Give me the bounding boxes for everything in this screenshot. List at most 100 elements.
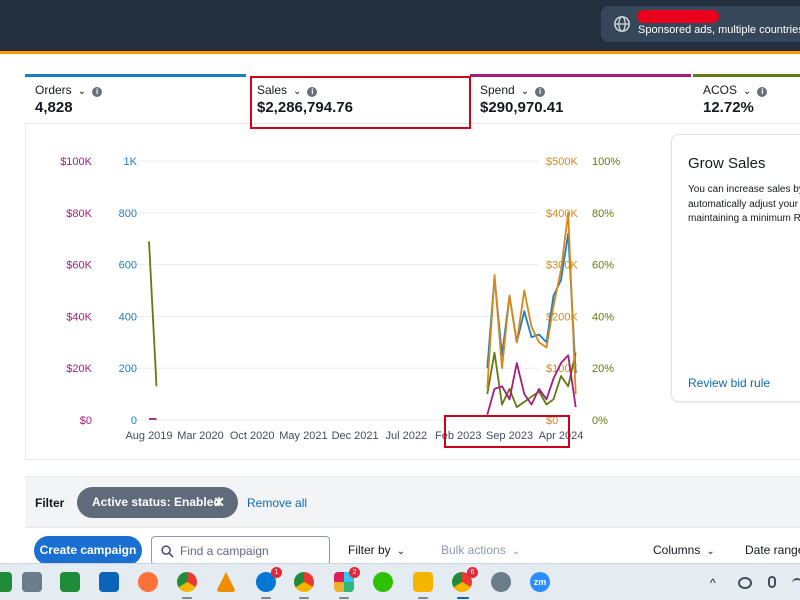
account-selector[interactable]: Sponsored ads, multiple countries — [601, 6, 800, 42]
running-indicator — [261, 597, 271, 599]
info-icon[interactable]: i — [757, 87, 768, 97]
grow-sales-line: automatically adjust your — [688, 198, 799, 210]
search-input[interactable] — [180, 542, 325, 560]
y-axis-tick-label: 20% — [592, 363, 614, 375]
chrome-active-icon[interactable]: 6 — [452, 567, 478, 592]
info-icon[interactable]: i — [92, 87, 103, 97]
x-axis-tick-label: Oct 2020 — [230, 430, 275, 442]
date-range-dropdown[interactable]: Date range — [745, 543, 800, 557]
grow-sales-line: You can increase sales by — [688, 184, 800, 195]
campaign-search[interactable] — [151, 536, 330, 565]
notification-badge: 2 — [349, 567, 360, 578]
create-campaign-button[interactable]: Create campaign — [34, 536, 142, 565]
metric-label: ACOS ⌄ i — [703, 83, 768, 97]
wechat-icon[interactable] — [373, 572, 393, 592]
x-axis-tick-label: Dec 2021 — [332, 430, 379, 442]
settings-gear-icon[interactable] — [491, 572, 511, 592]
filter-by-dropdown[interactable]: Filter by ⌄ — [348, 543, 405, 557]
metric-label: Spend ⌄ i — [480, 83, 546, 97]
x-axis-tick-label: Aug 2019 — [125, 430, 172, 442]
running-indicator — [182, 597, 192, 599]
y-axis-tick-label: 1K — [124, 156, 138, 168]
columns-dropdown[interactable]: Columns ⌄ — [653, 543, 715, 557]
info-icon[interactable]: i — [535, 87, 546, 97]
campaign-toolbar: Create campaign Filter by⌄ Bulk actions⌄… — [0, 534, 800, 565]
search-icon — [161, 545, 174, 558]
skype-icon[interactable]: 1 — [256, 567, 282, 592]
active-status-filter-chip[interactable]: Active status: Enabled ✕ — [77, 487, 238, 518]
chevron-down-icon[interactable]: ⌄ — [743, 86, 751, 97]
y-axis-tick-label: $0 — [80, 415, 92, 427]
chat-icon[interactable] — [60, 572, 80, 592]
tray-caret[interactable]: ^ — [710, 576, 716, 590]
globe-icon — [614, 16, 630, 32]
filter-chip-label: Active status: Enabled — [92, 495, 221, 509]
metric-acos[interactable]: ACOS ⌄ i 12.72% — [693, 74, 800, 124]
chevron-down-icon: ⌄ — [511, 546, 521, 557]
y-axis-tick-label: 60% — [592, 260, 614, 272]
network-icon[interactable] — [738, 577, 752, 589]
series-line-acos — [148, 241, 158, 387]
firefox-icon[interactable] — [138, 572, 158, 592]
chevron-down-icon[interactable]: ⌄ — [521, 86, 529, 97]
windows-taskbar: 1 2 6 zm ^ — [0, 563, 800, 600]
y-axis-tick-label: 400 — [119, 311, 137, 323]
grow-sales-body: You can increase sales by automatically … — [688, 183, 800, 227]
microphone-icon[interactable] — [768, 576, 776, 588]
y-axis-tick-label: 200 — [119, 363, 137, 375]
bulk-actions-dropdown[interactable]: Bulk actions ⌄ — [441, 543, 520, 557]
chart-svg: $100K $80K $60K $40K $20K $0 1K 800 600 400 200 0 $5… — [60, 156, 620, 442]
y-axis-tick-label: $400K — [546, 208, 578, 220]
metric-orders[interactable]: Orders ⌄ i 4,828 — [25, 74, 246, 124]
filter-bar: Filter Active status: Enabled ✕ Remove a… — [25, 476, 800, 528]
y-axis-tick-label: $60K — [66, 260, 92, 272]
metric-color-bar — [25, 74, 246, 77]
y-axis-tick-label: $80K — [66, 208, 92, 220]
metric-label: Orders ⌄ i — [35, 83, 103, 97]
y-axis-tick-label: 0% — [592, 415, 608, 427]
metric-color-bar — [470, 74, 691, 77]
review-bid-rule-link[interactable]: Review bid rule — [688, 376, 770, 390]
y-axis-tick-label: $40K — [66, 311, 92, 323]
top-navigation-bar: Sponsored ads, multiple countries — [0, 0, 800, 51]
active-indicator — [457, 597, 469, 599]
grow-sales-title: Grow Sales — [688, 155, 766, 172]
y-axis-tick-label: 800 — [119, 208, 137, 220]
y-axis-tick-label: $500K — [546, 156, 578, 168]
redacted-account-name — [637, 10, 719, 23]
file-explorer-icon[interactable] — [413, 572, 433, 592]
metric-spend[interactable]: Spend ⌄ i $290,970.41 — [470, 74, 691, 124]
wifi-icon[interactable] — [792, 578, 800, 588]
remove-all-link[interactable]: Remove all — [247, 496, 307, 510]
account-scope-label: Sponsored ads, multiple countries — [638, 24, 800, 36]
close-icon[interactable]: ✕ — [213, 487, 225, 518]
x-axis-tick-label: Jul 2022 — [386, 430, 428, 442]
chevron-down-icon: ⌄ — [706, 546, 715, 557]
metric-value: $290,970.41 — [480, 99, 564, 116]
y-axis-tick-label: 80% — [592, 208, 614, 220]
app-icon-partial[interactable] — [0, 572, 12, 592]
slack-icon[interactable]: 2 — [334, 567, 360, 592]
chrome-profile-icon[interactable] — [294, 572, 314, 592]
metric-value: 12.72% — [703, 99, 754, 116]
y-axis-tick-label: $100K — [60, 156, 92, 168]
zoom-icon[interactable]: zm — [530, 572, 550, 592]
grow-sales-card: Grow Sales You can increase sales by aut… — [671, 134, 800, 402]
header-accent-line — [0, 51, 800, 54]
calculator-icon[interactable] — [22, 572, 42, 592]
running-indicator — [339, 597, 349, 599]
metric-value: 4,828 — [35, 99, 73, 116]
highlight-box-date-range — [444, 415, 570, 448]
y-axis-tick-label: 600 — [119, 260, 137, 272]
running-indicator — [418, 597, 428, 599]
notification-badge: 6 — [467, 567, 478, 578]
chevron-down-icon: ⌄ — [396, 546, 406, 557]
outlook-icon[interactable] — [99, 572, 119, 592]
chrome-icon[interactable] — [177, 572, 197, 592]
vlc-icon[interactable] — [216, 572, 236, 592]
y-axis-tick-label: $20K — [66, 363, 92, 375]
chevron-down-icon[interactable]: ⌄ — [78, 86, 86, 97]
highlight-box-sales — [250, 76, 471, 129]
y-axis-tick-label: 40% — [592, 311, 614, 323]
x-axis-tick-label: Mar 2020 — [177, 430, 223, 442]
